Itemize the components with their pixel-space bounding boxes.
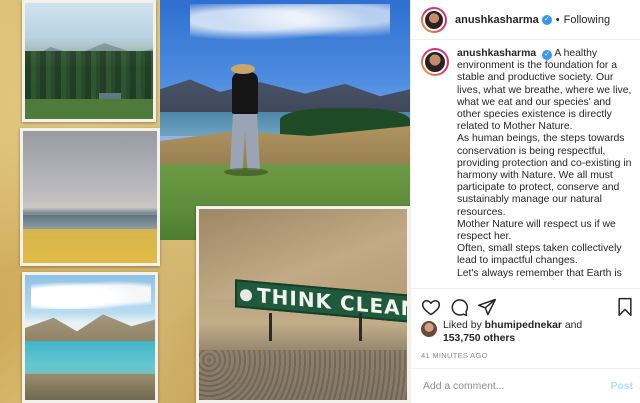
post-timestamp[interactable]: 41 MINUTES AGO bbox=[421, 351, 488, 360]
bookmark-icon[interactable] bbox=[615, 297, 635, 317]
caption-line: Mother Nature will respect us if we resp… bbox=[457, 218, 616, 243]
sign-post bbox=[269, 313, 272, 341]
caption-avatar[interactable] bbox=[421, 48, 449, 76]
verified-badge-icon: ✓ bbox=[541, 14, 552, 25]
collage-photo-woman-field bbox=[160, 0, 410, 240]
heart-icon[interactable] bbox=[421, 297, 441, 317]
caption: anushkasharma ✓ A healthy environment is… bbox=[421, 48, 635, 288]
likes-count-link[interactable]: 153,750 others bbox=[443, 333, 515, 344]
post-header: anushkasharma ✓ • Following bbox=[411, 0, 640, 40]
share-icon[interactable] bbox=[477, 297, 497, 317]
sign-post bbox=[359, 313, 362, 341]
caption-line: Let's always remember that Earth is bbox=[457, 267, 622, 279]
following-button[interactable]: Following bbox=[564, 14, 610, 26]
liked-by-user-link[interactable]: bhumipednekar bbox=[485, 320, 562, 331]
likes-text: Liked by bhumipednekar and 153,750 other… bbox=[443, 320, 582, 345]
caption-line: Often, small steps taken collectively le… bbox=[457, 243, 622, 267]
caption-paragraph: anushkasharma ✓ A healthy environment is… bbox=[457, 48, 635, 133]
liked-by-prefix: Liked by bbox=[443, 320, 482, 331]
comment-input[interactable] bbox=[423, 380, 611, 392]
post-comment-button[interactable]: Post bbox=[610, 381, 633, 392]
and-word: and bbox=[564, 320, 583, 331]
separator-dot: • bbox=[555, 13, 560, 26]
collage-photo-forest bbox=[22, 0, 156, 122]
caption-username[interactable]: anushkasharma bbox=[457, 48, 536, 59]
liker-avatar[interactable] bbox=[421, 321, 437, 337]
sign-emblem-icon bbox=[240, 288, 252, 302]
header-username[interactable]: anushkasharma bbox=[455, 14, 539, 26]
post-panel: anushkasharma ✓ • Following anushkasharm… bbox=[410, 0, 640, 403]
comment-icon[interactable] bbox=[449, 297, 469, 317]
avatar[interactable] bbox=[421, 6, 447, 33]
verified-badge-icon: ✓ bbox=[542, 50, 553, 60]
post-image[interactable]: THINK CLEAN bbox=[0, 0, 410, 403]
caption-line: A healthy environment is the foundation … bbox=[457, 48, 632, 133]
collage-photo-beach bbox=[20, 128, 160, 266]
caption-line: As human beings, the steps towards conse… bbox=[457, 133, 632, 218]
collage-photo-sign: THINK CLEAN bbox=[196, 206, 410, 403]
collage-photo-lake bbox=[22, 272, 158, 403]
likes-summary: Liked by bhumipednekar and 153,750 other… bbox=[421, 320, 582, 345]
action-bar bbox=[411, 288, 640, 324]
caption-body: anushkasharma ✓ A healthy environment is… bbox=[457, 48, 635, 288]
comment-bar: Post bbox=[411, 368, 640, 403]
